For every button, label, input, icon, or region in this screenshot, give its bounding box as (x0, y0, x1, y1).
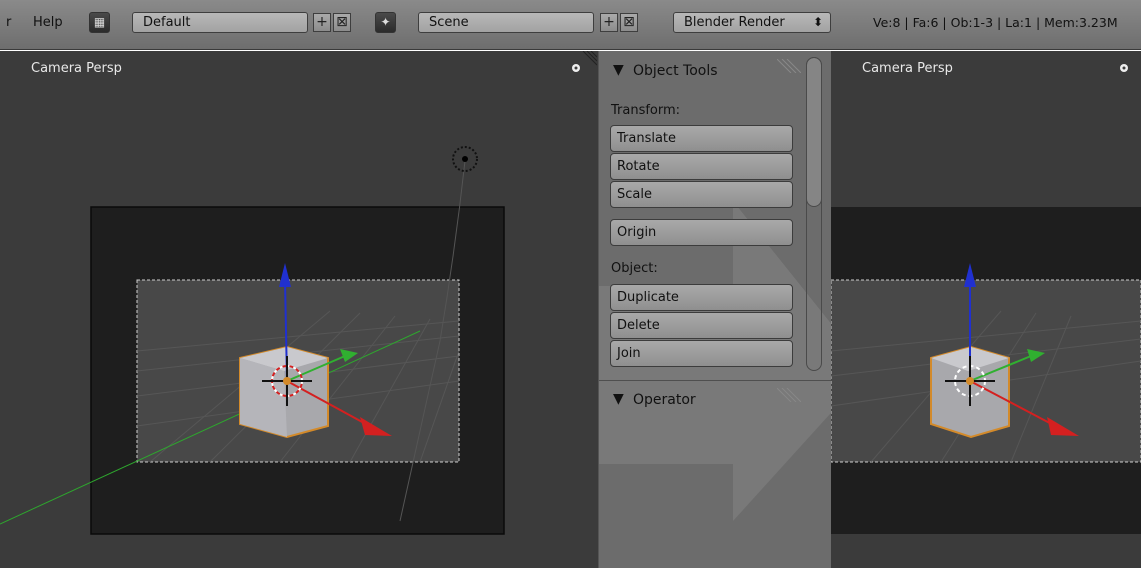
screen-layout-icon[interactable]: ▦ (89, 12, 110, 33)
origin-button[interactable]: Origin (610, 219, 793, 246)
render-engine-label: Blender Render (684, 15, 785, 30)
area-corner-icon[interactable] (581, 51, 597, 67)
add-scene-icon[interactable]: + (600, 13, 618, 32)
scene-stats: Ve:8 | Fa:6 | Ob:1-3 | La:1 | Mem:3.23M (873, 15, 1118, 30)
operator-collapse-icon[interactable]: ▼ (613, 391, 624, 407)
scene-field[interactable]: Scene (418, 12, 594, 33)
viewport-scene (831, 51, 1141, 568)
render-engine-dropdown[interactable]: Blender Render ⬍ (673, 12, 831, 33)
scene-icon[interactable]: ✦ (375, 12, 396, 33)
viewport-scene (0, 51, 598, 568)
remove-screen-icon[interactable]: ⊠ (333, 13, 351, 32)
scale-button[interactable]: Scale (610, 181, 793, 208)
translate-button[interactable]: Translate (610, 125, 793, 152)
right-3d-viewport[interactable]: Camera Persp (831, 51, 1141, 568)
viewport-view-label: Camera Persp (862, 61, 953, 76)
screen-layout-field[interactable]: Default (132, 12, 308, 33)
viewport-view-label: Camera Persp (31, 61, 122, 76)
panel-grip-icon[interactable] (777, 59, 801, 73)
remove-scene-icon[interactable]: ⊠ (620, 13, 638, 32)
join-button[interactable]: Join (610, 340, 793, 367)
viewport-options-icon[interactable] (1119, 63, 1129, 73)
tool-shelf: ▼ Object Tools Transform: Translate Rota… (598, 51, 831, 568)
help-menu[interactable]: Help (33, 15, 63, 30)
menu-partial[interactable]: r (6, 15, 11, 30)
operator-title[interactable]: Operator (633, 392, 696, 408)
panel-grip-icon[interactable] (777, 388, 801, 402)
transform-label: Transform: (611, 103, 681, 118)
dropdown-arrows-icon: ⬍ (812, 15, 823, 29)
object-label: Object: (611, 261, 658, 276)
rotate-button[interactable]: Rotate (610, 153, 793, 180)
duplicate-button[interactable]: Duplicate (610, 284, 793, 311)
object-tools-title[interactable]: Object Tools (633, 63, 718, 79)
cube-object[interactable] (239, 345, 329, 439)
delete-button[interactable]: Delete (610, 312, 793, 339)
add-screen-icon[interactable]: + (313, 13, 331, 32)
info-header: r Help ▦ Default + ⊠ ✦ Scene + ⊠ Blender… (0, 0, 1141, 50)
scrollbar-track[interactable] (806, 57, 822, 371)
panel-divider (599, 380, 831, 381)
viewport-options-icon[interactable] (571, 63, 581, 73)
panel-collapse-icon[interactable]: ▼ (613, 62, 624, 78)
left-3d-viewport[interactable]: Camera Persp (0, 51, 598, 568)
